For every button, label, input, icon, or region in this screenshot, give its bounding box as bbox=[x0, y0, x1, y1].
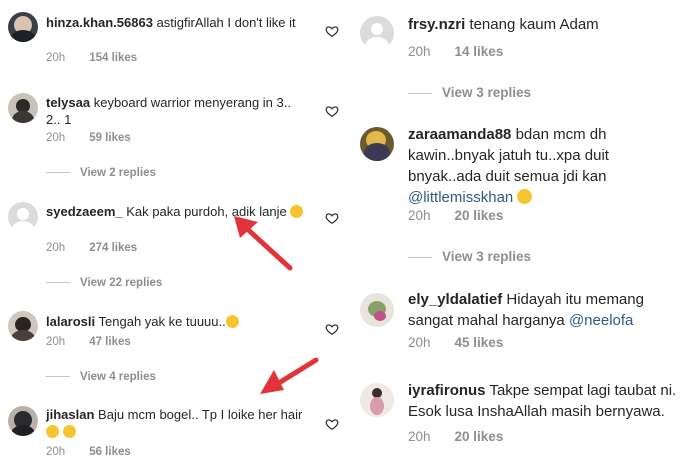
comment-username[interactable]: frsy.nzri bbox=[408, 16, 465, 33]
comment-body: tenang kaum Adam bbox=[469, 16, 599, 33]
heart-outline-icon[interactable] bbox=[325, 211, 339, 225]
heart-eyes-emoji bbox=[62, 425, 76, 438]
right-comments-panel: frsy.nzri tenang kaum Adam 20h 14 likes V… bbox=[350, 0, 696, 464]
avatar[interactable] bbox=[360, 293, 394, 327]
heart-outline-icon[interactable] bbox=[325, 417, 339, 431]
comment-meta: 20h 45 likes bbox=[408, 335, 503, 350]
avatar[interactable] bbox=[360, 383, 394, 417]
heart-outline-icon[interactable] bbox=[325, 322, 339, 336]
view-replies-link[interactable]: View 2 replies bbox=[46, 167, 156, 179]
avatar-placeholder[interactable] bbox=[360, 16, 394, 50]
comment-text: hinza.khan.56863 astigfirAllah I don't l… bbox=[46, 14, 316, 31]
replies-divider bbox=[408, 92, 432, 94]
avatar[interactable] bbox=[8, 311, 38, 341]
comment-username[interactable]: jihaslan bbox=[46, 407, 94, 422]
comment-likes[interactable]: 154 likes bbox=[89, 52, 137, 64]
comment-meta: 20h 59 likes bbox=[46, 132, 131, 144]
comment-meta: 20h 20 likes bbox=[408, 208, 503, 223]
avatar-placeholder[interactable] bbox=[8, 202, 38, 232]
comment-likes[interactable]: 45 likes bbox=[455, 335, 504, 350]
comment-text: telysaa keyboard warrior menyerang in 3.… bbox=[46, 94, 306, 128]
mention-link[interactable]: @neelofa bbox=[569, 312, 633, 329]
comment-likes[interactable]: 47 likes bbox=[89, 336, 131, 348]
view-replies-link[interactable]: View 3 replies bbox=[408, 249, 531, 264]
comment-likes[interactable]: 59 likes bbox=[89, 132, 131, 144]
replies-divider bbox=[408, 256, 432, 258]
avatar[interactable] bbox=[8, 93, 38, 123]
red-arrow-annotation bbox=[260, 357, 319, 394]
comment-text: lalarosli Tengah yak ke tuuuu.. bbox=[46, 313, 316, 330]
comment-username[interactable]: syedzaeem_ bbox=[46, 204, 123, 219]
comment-body: Baju mcm bogel.. Tp I loike her hair bbox=[98, 407, 303, 422]
comment-time: 20h bbox=[46, 242, 66, 254]
heart-eyes-emoji bbox=[46, 425, 59, 438]
view-replies-label: View 3 replies bbox=[442, 249, 532, 264]
comment-likes[interactable]: 20 likes bbox=[455, 429, 504, 444]
comment-body: Tengah yak ke tuuuu.. bbox=[98, 314, 226, 329]
comment-likes[interactable]: 56 likes bbox=[89, 446, 131, 458]
view-replies-label: View 22 replies bbox=[80, 277, 163, 289]
comment-meta: 20h 47 likes bbox=[46, 336, 131, 348]
comment-meta: 20h 154 likes bbox=[46, 52, 137, 64]
comment-username[interactable]: iyrafironus bbox=[408, 382, 486, 399]
comment-time: 20h bbox=[46, 52, 66, 64]
view-replies-link[interactable]: View 4 replies bbox=[46, 371, 156, 383]
comment-meta: 20h 20 likes bbox=[408, 429, 503, 444]
replies-divider bbox=[46, 282, 70, 284]
view-replies-label: View 2 replies bbox=[80, 167, 156, 179]
rolling-eyes-emoji bbox=[225, 315, 239, 328]
comment-text: zaraamanda88 bdan mcm dh kawin..bnyak ja… bbox=[408, 124, 640, 208]
joy-emoji bbox=[517, 189, 533, 204]
comment-time: 20h bbox=[46, 446, 66, 458]
comment-username[interactable]: ely_yldalatief bbox=[408, 291, 502, 308]
comment-username[interactable]: lalarosli bbox=[46, 314, 95, 329]
left-comments-panel: hinza.khan.56863 astigfirAllah I don't l… bbox=[0, 0, 350, 464]
comment-time: 20h bbox=[408, 335, 431, 350]
comment-time: 20h bbox=[408, 44, 431, 59]
avatar[interactable] bbox=[8, 406, 38, 436]
replies-divider bbox=[46, 376, 70, 378]
comment-text: jihaslan Baju mcm bogel.. Tp I loike her… bbox=[46, 406, 304, 440]
view-replies-link[interactable]: View 3 replies bbox=[408, 85, 531, 100]
comment-time: 20h bbox=[408, 208, 431, 223]
avatar[interactable] bbox=[8, 12, 38, 42]
mention-link[interactable]: @littlemisskhan bbox=[408, 189, 513, 206]
comment-time: 20h bbox=[46, 336, 66, 348]
view-replies-label: View 4 replies bbox=[80, 371, 156, 383]
comment-likes[interactable]: 274 likes bbox=[89, 242, 137, 254]
comment-body: astigfirAllah I don't like it bbox=[156, 15, 296, 30]
comment-time: 20h bbox=[408, 429, 431, 444]
comment-likes[interactable]: 14 likes bbox=[455, 44, 504, 59]
comment-text: iyrafironus Takpe sempat lagi taubat ni.… bbox=[408, 380, 693, 422]
comment-username[interactable]: telysaa bbox=[46, 95, 90, 110]
view-replies-link[interactable]: View 22 replies bbox=[46, 277, 162, 289]
comment-text: ely_yldalatief Hidayah itu memang sangat… bbox=[408, 289, 678, 331]
comment-username[interactable]: hinza.khan.56863 bbox=[46, 15, 153, 30]
comment-text: frsy.nzri tenang kaum Adam bbox=[408, 14, 688, 35]
comment-username[interactable]: zaraamanda88 bbox=[408, 126, 511, 143]
comment-time: 20h bbox=[46, 132, 66, 144]
view-replies-label: View 3 replies bbox=[442, 85, 532, 100]
red-arrow-annotation bbox=[234, 216, 293, 271]
comment-meta: 20h 274 likes bbox=[46, 242, 137, 254]
comment-meta: 20h 14 likes bbox=[408, 44, 503, 59]
comment-meta: 20h 56 likes bbox=[46, 446, 131, 458]
avatar[interactable] bbox=[360, 127, 394, 161]
replies-divider bbox=[46, 172, 70, 174]
heart-outline-icon[interactable] bbox=[325, 24, 339, 38]
heart-outline-icon[interactable] bbox=[325, 104, 339, 118]
comment-likes[interactable]: 20 likes bbox=[455, 208, 504, 223]
